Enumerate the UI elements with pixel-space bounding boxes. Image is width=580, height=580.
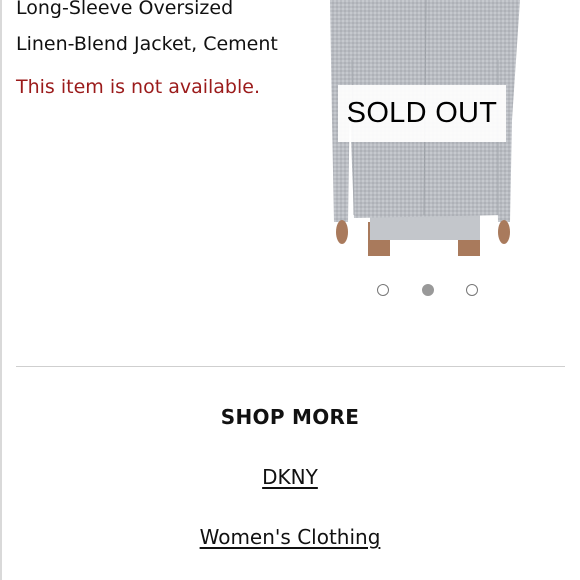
left-border bbox=[0, 0, 2, 580]
sold-out-badge: SOLD OUT bbox=[338, 85, 506, 142]
shop-more-heading: SHOP MORE bbox=[220, 405, 360, 429]
product-title-line-2: Linen-Blend Jacket, Cement bbox=[16, 33, 278, 55]
carousel-dots bbox=[375, 284, 485, 300]
shop-more-link-dkny[interactable]: DKNY bbox=[0, 465, 580, 489]
carousel-dot-1[interactable] bbox=[377, 284, 389, 296]
carousel-dot-3[interactable] bbox=[466, 284, 478, 296]
shop-more-link-womens-clothing[interactable]: Women's Clothing bbox=[0, 525, 580, 549]
availability-message: This item is not available. bbox=[16, 76, 261, 98]
section-divider bbox=[16, 366, 565, 367]
product-page: Long-Sleeve Oversized Linen-Blend Jacket… bbox=[0, 0, 580, 580]
product-title-line-1: Long-Sleeve Oversized bbox=[16, 0, 234, 19]
carousel-dot-2[interactable] bbox=[422, 284, 434, 296]
